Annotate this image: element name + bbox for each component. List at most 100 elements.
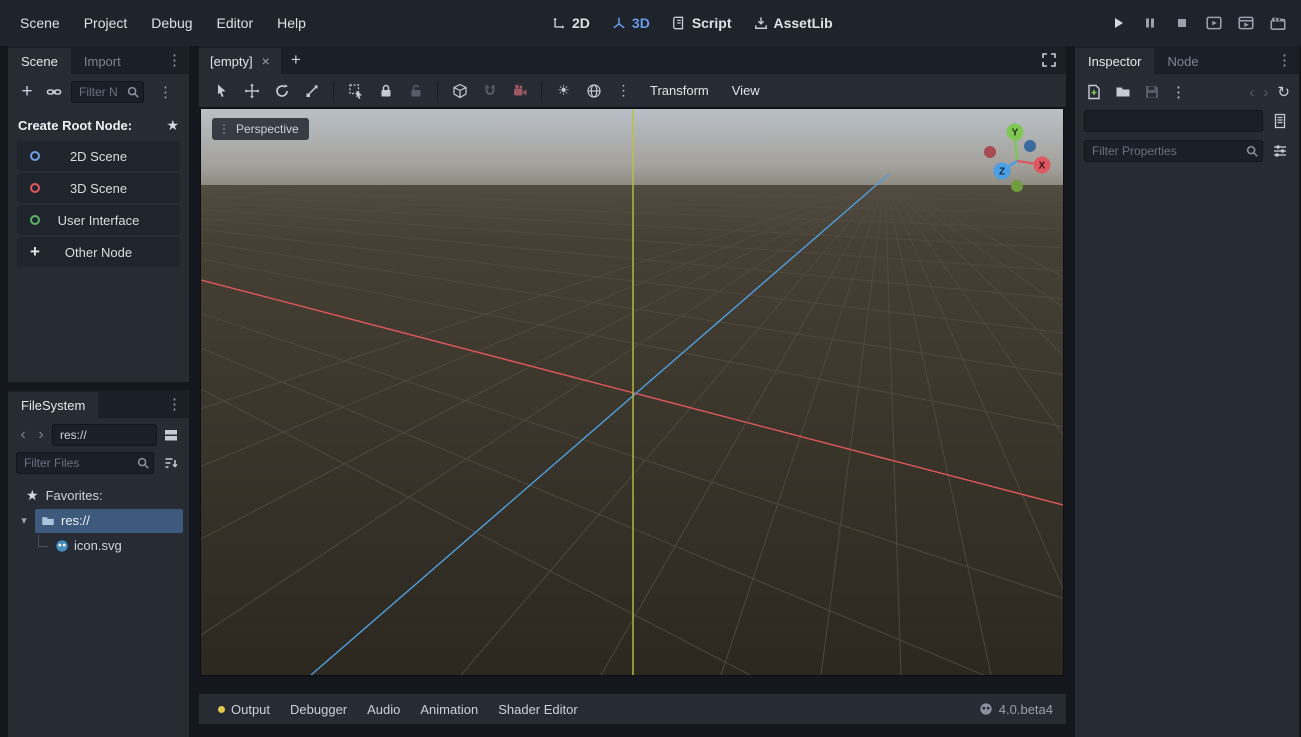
history-back-icon[interactable]: ‹ — [1249, 84, 1254, 101]
history-forward-icon[interactable]: › — [1263, 84, 1268, 101]
tab-filesystem[interactable]: FileSystem — [8, 392, 98, 418]
control-node-icon — [28, 213, 42, 227]
split-view-icon — [163, 427, 179, 443]
use-local-space-button[interactable] — [446, 79, 473, 103]
history-list-icon[interactable]: ↻ — [1277, 83, 1290, 101]
file-sort-button[interactable] — [161, 453, 181, 473]
transform-menu[interactable]: Transform — [640, 83, 719, 98]
cube-icon — [452, 83, 468, 99]
workspace-2d-button[interactable]: 2D — [548, 13, 594, 33]
play-scene-button[interactable] — [1203, 12, 1225, 34]
favorite-nodes-icon[interactable]: ★ — [166, 117, 179, 134]
inspector-dock: Inspector Node ⋮ ⋮ ‹ › ↻ — [1075, 46, 1299, 737]
filesystem-dock-menu-icon[interactable]: ⋮ — [160, 395, 189, 413]
override-camera-button[interactable] — [506, 79, 533, 103]
save-resource-button[interactable] — [1142, 82, 1162, 102]
current-path-input[interactable] — [52, 424, 157, 446]
stop-button[interactable] — [1171, 12, 1193, 34]
nav-forward-icon[interactable]: › — [34, 426, 48, 444]
distraction-free-button[interactable] — [1041, 52, 1057, 68]
new-resource-button[interactable] — [1084, 82, 1104, 102]
unlock-selected-button[interactable] — [402, 79, 429, 103]
movie-maker-button[interactable] — [1267, 12, 1289, 34]
select-mode-button[interactable] — [208, 79, 235, 103]
pause-button[interactable] — [1139, 12, 1161, 34]
inspector-search-input[interactable] — [1084, 110, 1263, 132]
res-root-label: res:// — [61, 513, 90, 528]
tree-item-res-root[interactable]: ▾ res:// — [12, 508, 185, 533]
create-3d-scene-button[interactable]: 3D Scene — [17, 173, 180, 203]
menu-scene[interactable]: Scene — [8, 0, 72, 46]
filesystem-nav: ‹ › — [8, 418, 189, 449]
scene-toolbar-menu-icon[interactable]: ⋮ — [151, 83, 180, 101]
toggle-split-mode-button[interactable] — [161, 425, 181, 445]
open-docs-button[interactable] — [1270, 111, 1290, 131]
create-ui-scene-button[interactable]: User Interface — [17, 205, 180, 235]
tab-node[interactable]: Node — [1154, 48, 1211, 74]
gizmo-neg-z-ball[interactable] — [1024, 140, 1036, 152]
tree-item-icon-svg[interactable]: icon.svg — [12, 533, 185, 558]
menu-project[interactable]: Project — [72, 0, 140, 46]
use-snap-button[interactable] — [476, 79, 503, 103]
menu-editor[interactable]: Editor — [205, 0, 266, 46]
expander-caret-icon[interactable]: ▾ — [18, 514, 30, 527]
nav-back-icon[interactable]: ‹ — [16, 426, 30, 444]
filter-properties-input[interactable] — [1084, 140, 1263, 162]
preview-environment-button[interactable] — [580, 79, 607, 103]
bottom-tab-output[interactable]: Output — [208, 694, 280, 724]
viewport-3d[interactable]: Y X Z ⋮ Perspective — [200, 108, 1064, 676]
play-custom-scene-button[interactable] — [1235, 12, 1257, 34]
tab-inspector[interactable]: Inspector — [1075, 48, 1154, 74]
gizmo-neg-y-ball[interactable] — [1011, 180, 1023, 192]
bottom-tab-shader-editor[interactable]: Shader Editor — [488, 694, 588, 724]
create-2d-scene-button[interactable]: 2D Scene — [17, 141, 180, 171]
add-node-button[interactable]: + — [17, 82, 37, 102]
node3d-icon — [28, 181, 42, 195]
filter-files-input[interactable] — [16, 452, 154, 474]
folder-icon — [1115, 84, 1131, 100]
load-resource-button[interactable] — [1113, 82, 1133, 102]
selected-folder-row[interactable]: res:// — [35, 509, 183, 533]
workspace-assetlib-button[interactable]: AssetLib — [750, 13, 837, 33]
new-scene-tab-button[interactable]: + — [281, 50, 311, 70]
workspace-script-label: Script — [692, 15, 732, 31]
workspace-script-button[interactable]: Script — [668, 13, 736, 33]
stop-icon — [1174, 15, 1190, 31]
gizmo-neg-x-ball[interactable] — [984, 146, 996, 158]
rotate-mode-button[interactable] — [268, 79, 295, 103]
move-mode-button[interactable] — [238, 79, 265, 103]
scene-tab-empty[interactable]: [empty] × — [199, 48, 281, 74]
tree-guide — [38, 535, 48, 547]
close-tab-icon[interactable]: × — [262, 53, 270, 69]
preview-sun-button[interactable]: ☀ — [550, 79, 577, 103]
viewport-toolbar: ☀ ⋮ Transform View — [199, 74, 1066, 108]
sun-environment-menu-icon[interactable]: ⋮ — [610, 79, 637, 103]
viewport-canvas[interactable]: Y X Z — [201, 109, 1063, 675]
property-tools-button[interactable] — [1270, 141, 1290, 161]
workspace-3d-button[interactable]: 3D — [608, 13, 654, 33]
list-select-button[interactable] — [342, 79, 369, 103]
bottom-tab-audio[interactable]: Audio — [357, 694, 410, 724]
scale-mode-button[interactable] — [298, 79, 325, 103]
unlock-icon — [408, 83, 424, 99]
instance-scene-button[interactable] — [44, 82, 64, 102]
inspector-dock-menu-icon[interactable]: ⋮ — [1270, 51, 1299, 69]
play-button[interactable] — [1107, 12, 1129, 34]
file-tree: ★ Favorites: ▾ res:// icon.svg — [8, 477, 189, 564]
version-label: 4.0.beta4 — [999, 702, 1053, 717]
bottom-tab-animation[interactable]: Animation — [410, 694, 488, 724]
docs-icon — [1272, 113, 1288, 129]
resource-extra-menu-icon[interactable]: ⋮ — [1171, 83, 1186, 101]
tab-import[interactable]: Import — [71, 48, 134, 74]
create-root-label: Create Root Node: — [18, 118, 132, 133]
scene-dock-menu-icon[interactable]: ⋮ — [160, 51, 189, 69]
perspective-menu-button[interactable]: ⋮ Perspective — [212, 118, 309, 140]
view-menu[interactable]: View — [722, 83, 770, 98]
menu-help[interactable]: Help — [265, 0, 318, 46]
lock-selected-button[interactable] — [372, 79, 399, 103]
bottom-tab-debugger[interactable]: Debugger — [280, 694, 357, 724]
tab-scene[interactable]: Scene — [8, 48, 71, 74]
create-other-node-button[interactable]: + Other Node — [17, 237, 180, 267]
workspace-switcher: 2D 3D Script AssetLib — [548, 0, 837, 46]
menu-debug[interactable]: Debug — [139, 0, 204, 46]
